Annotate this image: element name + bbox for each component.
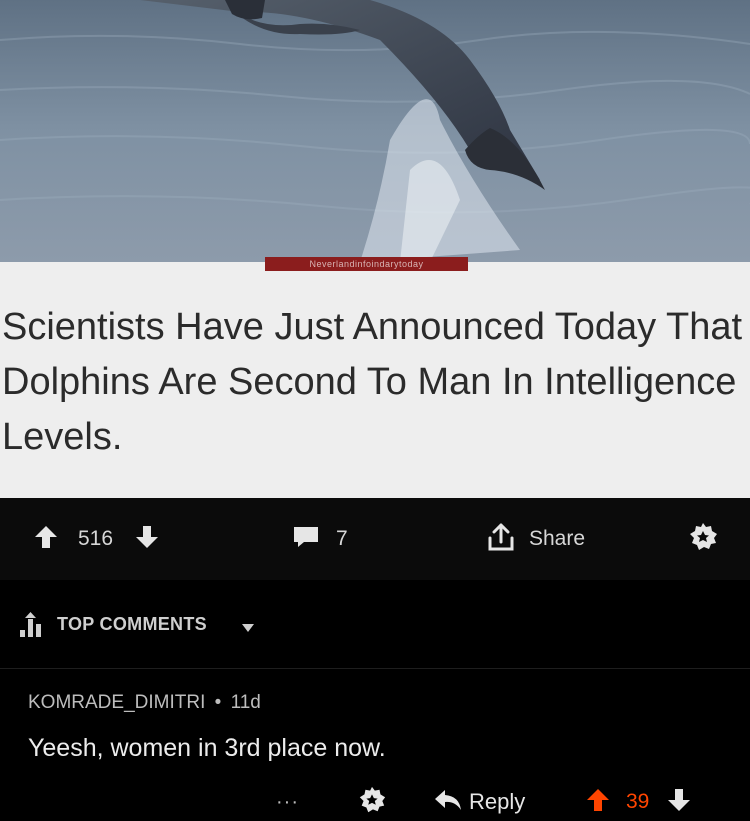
post-action-bar: 516 7 Share (0, 498, 750, 580)
more-button[interactable]: ··· (276, 785, 299, 819)
post-headline: Scientists Have Just Announced Today Tha… (2, 306, 743, 458)
award-icon (357, 785, 387, 820)
vote-control: 516 (34, 521, 159, 557)
comment-actions: ··· Reply 39 (0, 785, 750, 819)
reply-button[interactable]: Reply (433, 785, 525, 819)
upvote-count: 516 (78, 527, 114, 550)
comment-score: 39 (626, 790, 650, 813)
comment-icon (292, 525, 320, 554)
upvote-icon[interactable] (34, 524, 58, 555)
comment-vote-control: 39 (586, 785, 691, 819)
reply-icon (433, 788, 463, 817)
sort-label: TOP COMMENTS (57, 614, 207, 634)
reply-label: Reply (469, 789, 526, 814)
comments-button[interactable]: 7 (292, 521, 348, 557)
source-tag: Neverlandinfoindarytoday (265, 257, 468, 271)
share-label: Share (529, 527, 586, 550)
comment: KOMRADE_DIMITRI • 11d Yeesh, women in 3r… (0, 669, 750, 821)
comment-age: 11d (230, 692, 261, 713)
comment-award-button[interactable] (357, 785, 387, 819)
meta-separator: • (214, 692, 222, 713)
upvote-icon[interactable] (586, 787, 610, 818)
comment-author[interactable]: KOMRADE_DIMITRI (28, 692, 205, 713)
comments-sort-bar[interactable]: TOP COMMENTS (0, 580, 750, 669)
more-icon: ··· (276, 790, 299, 813)
share-icon (485, 522, 517, 557)
downvote-icon[interactable] (135, 524, 159, 555)
comment-body: Yeesh, women in 3rd place now. (28, 734, 386, 762)
comment-meta: KOMRADE_DIMITRI • 11d (28, 692, 261, 714)
downvote-icon[interactable] (667, 787, 691, 818)
award-icon (687, 521, 719, 558)
dolphin-photo (0, 0, 750, 262)
post-image[interactable] (0, 0, 750, 262)
comment-count: 7 (336, 527, 348, 550)
chevron-down-icon (241, 620, 255, 638)
award-button[interactable] (687, 521, 719, 557)
top-sort-icon (18, 610, 48, 643)
share-button[interactable]: Share (485, 521, 585, 557)
